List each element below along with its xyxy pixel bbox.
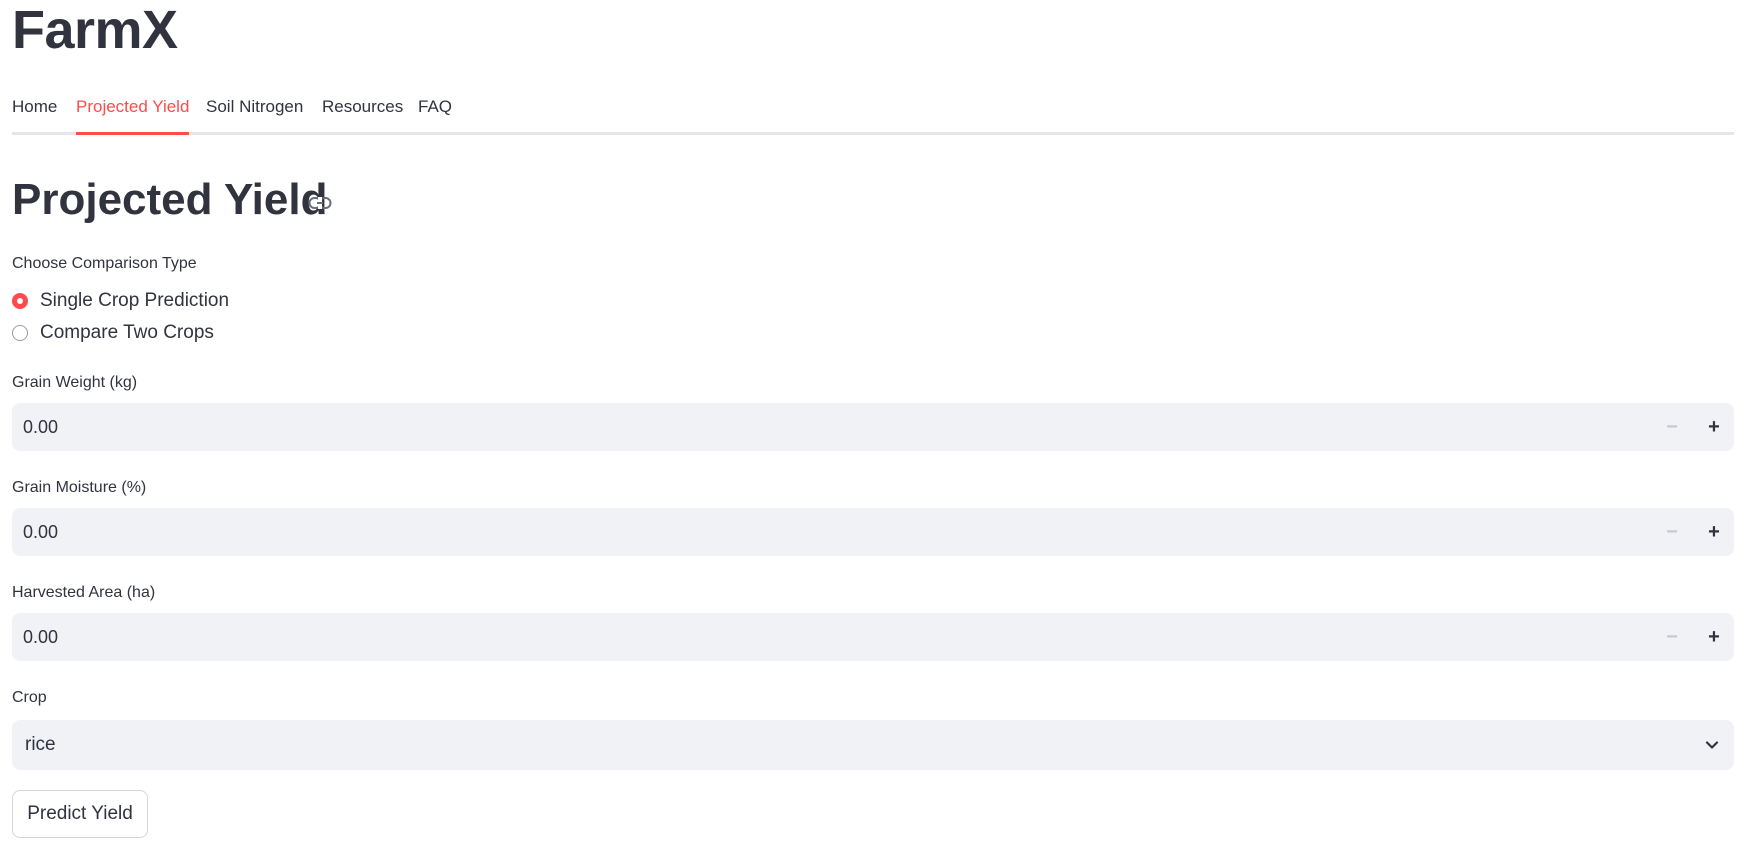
grain-moisture-field: − + (12, 508, 1734, 556)
crop-select[interactable]: rice (12, 720, 1734, 770)
grain-weight-field: − + (12, 403, 1734, 451)
grain-weight-increment-button[interactable]: + (1694, 403, 1734, 451)
predict-yield-button[interactable]: Predict Yield (12, 790, 148, 838)
tab-faq[interactable]: FAQ (418, 86, 452, 135)
grain-moisture-input[interactable] (12, 508, 1612, 556)
grain-weight-input[interactable] (12, 403, 1612, 451)
comparison-type-label: Choose Comparison Type (12, 255, 197, 272)
harvested-area-decrement-button[interactable]: − (1652, 613, 1692, 661)
radio-compare-two-crops[interactable]: Compare Two Crops (12, 320, 214, 346)
tab-soil-nitrogen[interactable]: Soil Nitrogen (206, 86, 303, 135)
tab-projected-yield[interactable]: Projected Yield (76, 86, 190, 135)
grain-moisture-increment-button[interactable]: + (1694, 508, 1734, 556)
harvested-area-label: Harvested Area (ha) (12, 584, 156, 601)
radio-compare-two-crops-label: Compare Two Crops (40, 322, 214, 343)
radio-single-crop[interactable]: Single Crop Prediction (12, 288, 229, 314)
app-title: FarmX (12, 0, 178, 60)
crop-select-value: rice (25, 734, 56, 755)
grain-moisture-decrement-button[interactable]: − (1652, 508, 1692, 556)
harvested-area-input[interactable] (12, 613, 1612, 661)
grain-weight-decrement-button[interactable]: − (1652, 403, 1692, 451)
harvested-area-increment-button[interactable]: + (1694, 613, 1734, 661)
tab-resources[interactable]: Resources (322, 86, 403, 135)
nav-tabs: Home Projected Yield Soil Nitrogen Resou… (12, 86, 1734, 135)
grain-weight-label: Grain Weight (kg) (12, 374, 138, 391)
crop-label: Crop (12, 689, 47, 706)
harvested-area-field: − + (12, 613, 1734, 661)
radio-unchecked-icon[interactable] (12, 325, 28, 341)
radio-single-crop-label: Single Crop Prediction (40, 290, 230, 311)
grain-moisture-label: Grain Moisture (%) (12, 479, 147, 496)
chevron-down-icon (1705, 741, 1719, 749)
tab-home[interactable]: Home (12, 86, 57, 135)
radio-checked-icon[interactable] (12, 293, 28, 309)
link-icon[interactable] (308, 195, 332, 211)
page-title: Projected Yield (12, 175, 328, 224)
